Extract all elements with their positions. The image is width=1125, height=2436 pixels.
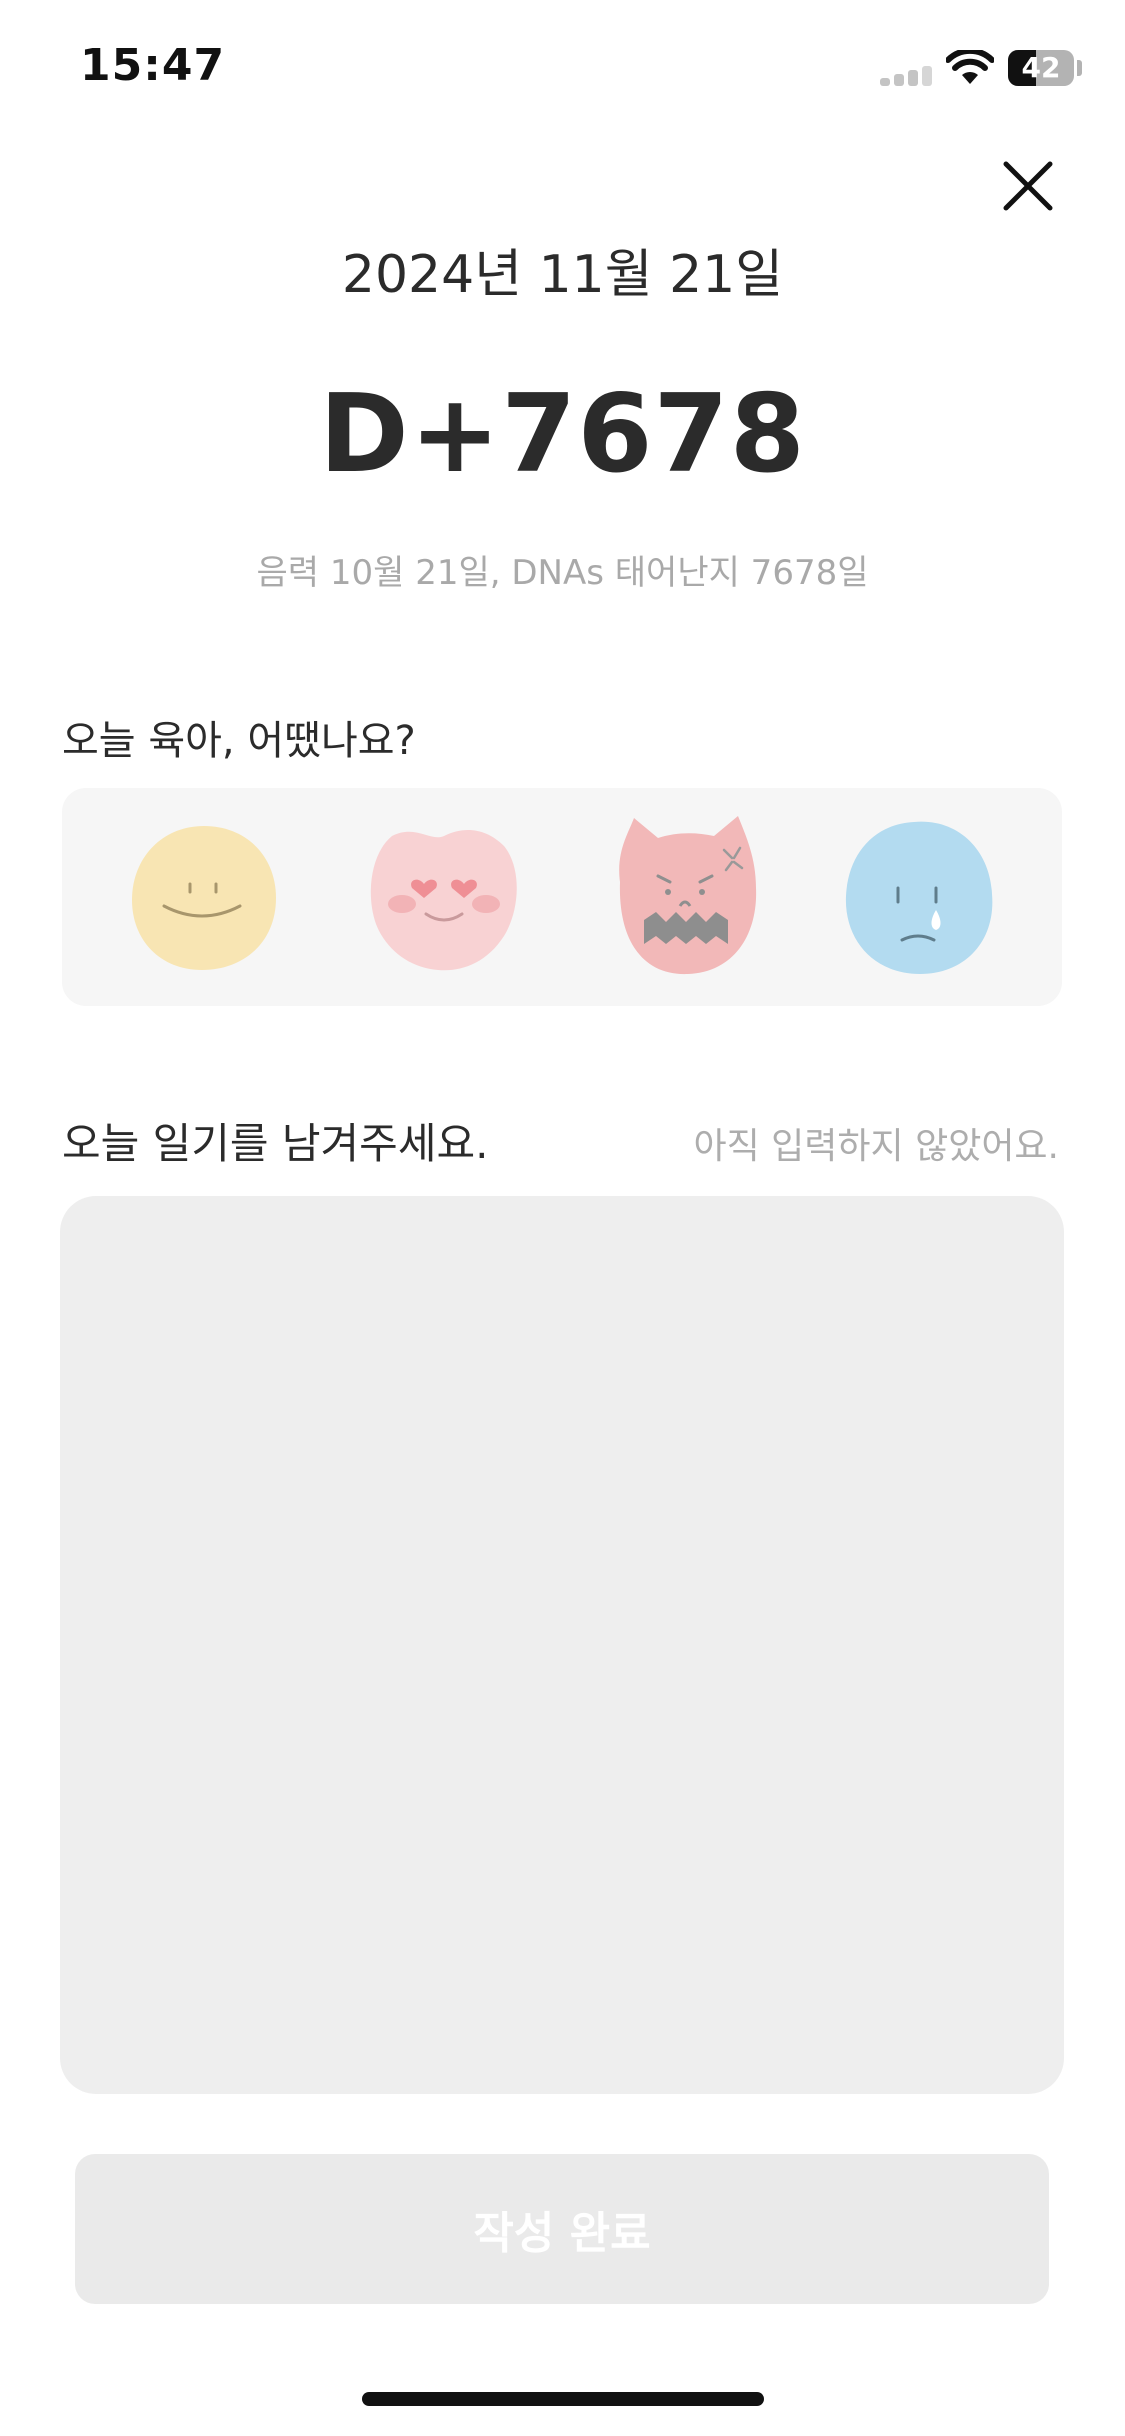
lunar-date-info: 음력 10월 21일, DNAs 태어난지 7678일 (256, 553, 869, 593)
dday-counter: D+7678 (319, 372, 806, 497)
mood-angry-icon[interactable] (606, 812, 766, 984)
battery-percent: 42 (1021, 51, 1061, 84)
submit-button[interactable]: 작성 완료 (75, 2154, 1049, 2304)
diary-prompt: 오늘 일기를 남겨주세요. (62, 1119, 489, 1168)
mood-question: 오늘 육아, 어땠나요? (62, 718, 416, 764)
mood-sad-icon[interactable] (840, 816, 1000, 980)
mood-selector (62, 788, 1062, 1006)
diary-entry-screen: 15:47 42 2024년 11월 21일 D+7678 음력 10월 21일… (0, 0, 1125, 2436)
close-icon[interactable] (1000, 158, 1056, 214)
wifi-icon (946, 50, 994, 84)
status-time: 15:47 (80, 40, 226, 91)
date-title: 2024년 11월 21일 (341, 245, 784, 305)
battery-tip (1077, 60, 1082, 76)
cellular-signal-icon (880, 66, 936, 86)
diary-textarea[interactable] (60, 1196, 1064, 2094)
home-indicator[interactable] (362, 2392, 764, 2406)
mood-happy-icon[interactable] (124, 818, 284, 978)
diary-status-text: 아직 입력하지 않았어요. (693, 1126, 1059, 1167)
mood-love-icon[interactable] (364, 820, 524, 976)
battery-icon: 42 (1008, 50, 1074, 86)
